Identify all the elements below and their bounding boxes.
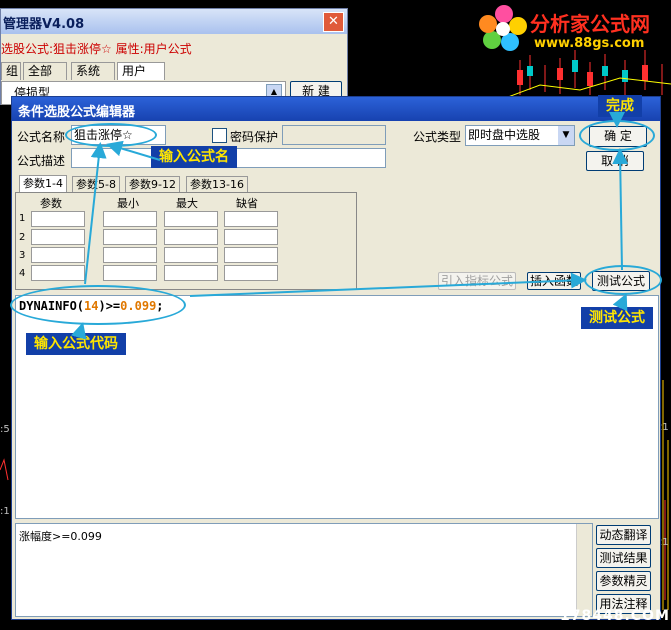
watermark: 178448.COM [560, 608, 670, 624]
annotation-arrows [71, 112, 629, 340]
